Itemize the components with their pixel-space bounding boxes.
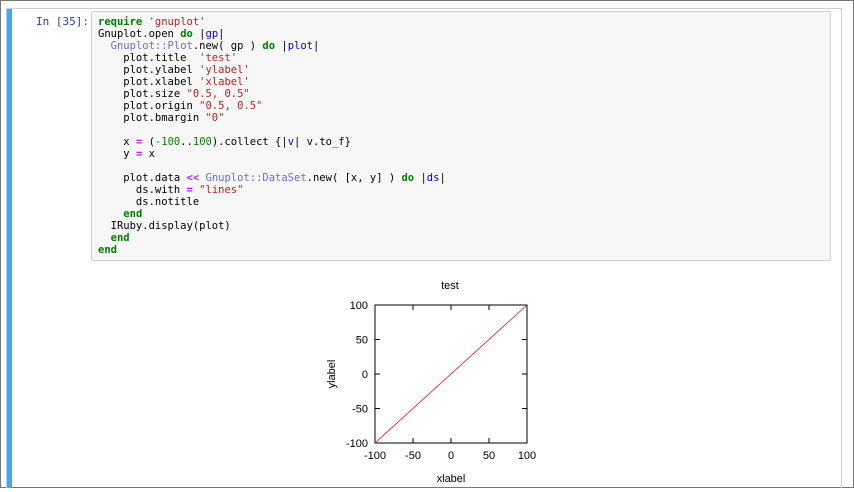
x-tick-label: 0 (448, 450, 454, 462)
series-line (374, 304, 528, 444)
code-token: ds (426, 172, 440, 184)
x-tick-label: 100 (518, 450, 536, 462)
code-token: 100 (192, 136, 212, 148)
code-token: | (414, 172, 427, 184)
code-line: require 'gnuplot' (98, 16, 206, 28)
code-token: do (401, 172, 415, 184)
y-tick-label: 0 (362, 369, 368, 381)
code-line: plot.xlabel 'xlabel' (98, 76, 250, 88)
code-token: IRuby.display(plot) (98, 220, 231, 232)
code-token: do (262, 40, 276, 52)
code-token: | (218, 28, 225, 40)
code-text[interactable]: require 'gnuplot' Gnuplot.open do |gp| G… (98, 16, 446, 256)
chart-title: test (441, 280, 459, 292)
code-line: plot.data << Gnuplot::DataSet.new( [x, y… (98, 172, 446, 184)
code-line: ds.notitle (98, 196, 199, 208)
code-line: Gnuplot.open do |gp| (98, 28, 225, 40)
code-token: | (313, 40, 320, 52)
code-token: -100 (154, 136, 181, 148)
code-line: plot.origin "0.5, 0.5" (98, 100, 262, 112)
y-tick-label: 50 (356, 335, 368, 347)
code-token: | (192, 28, 206, 40)
code-line: end (98, 208, 142, 220)
code-token: 'xlabel' (199, 76, 250, 88)
code-line: plot.ylabel 'ylabel' (98, 64, 250, 76)
code-token: "0" (205, 112, 225, 124)
code-line: y = x (98, 148, 155, 160)
x-tick-label: -50 (405, 450, 421, 462)
x-axis-label: xlabel (437, 473, 466, 485)
code-token: "lines" (199, 184, 244, 196)
code-token: gp (205, 28, 219, 40)
code-token: Gnuplot::DataSet (205, 172, 307, 184)
code-token: "0.5, 0.5" (199, 100, 263, 112)
code-token: end (110, 232, 130, 244)
code-token: y (98, 148, 136, 160)
code-token: plot.ylabel (98, 64, 200, 76)
code-token: .new( gp ) (192, 40, 263, 52)
code-token: 'test' (199, 52, 238, 64)
code-line: x = (-100..100).collect {|v| v.to_f} (98, 136, 351, 148)
line-chart: -100 -50 0 50 100 -100 -50 0 50 100 test xlabel ylab… (326, 280, 536, 485)
code-token: end (98, 244, 117, 256)
code-token: ( (142, 136, 155, 148)
code-token: .open (142, 28, 181, 40)
code-line: plot.bmargin "0" (98, 112, 224, 124)
cell-selection-bar (7, 9, 12, 488)
code-token: Gnuplot::Plot (110, 40, 193, 52)
y-tick-label: -50 (352, 404, 368, 416)
code-token: << (186, 172, 200, 184)
code-line: Gnuplot::Plot.new( gp ) do |plot| (98, 40, 320, 52)
y-axis-label: ylabel (326, 360, 338, 389)
code-token: 'gnuplot' (148, 16, 206, 28)
code-line: plot.size "0.5, 0.5" (98, 88, 250, 100)
code-line: end (98, 232, 130, 244)
code-token: Gnuplot (98, 28, 143, 40)
code-token: plot.title (98, 52, 200, 64)
code-token: plot.bmargin (98, 112, 206, 124)
x-tick-label: -100 (364, 450, 386, 462)
code-token: end (123, 208, 143, 220)
code-token: x (142, 148, 155, 160)
code-line: IRuby.display(plot) (98, 220, 231, 232)
code-token: plot.data (98, 172, 187, 184)
code-token: | (275, 40, 288, 52)
y-tick-label: -100 (346, 438, 368, 450)
code-token: | (439, 172, 446, 184)
code-line: end (98, 244, 117, 256)
code-token: "0.5, 0.5" (186, 88, 250, 100)
code-token: | v.to_f} (294, 136, 351, 148)
code-editor[interactable]: require 'gnuplot' Gnuplot.open do |gp| G… (91, 11, 831, 261)
code-token: x (98, 136, 136, 148)
plot-output: -100 -50 0 50 100 -100 -50 0 50 100 test xlabel ylab… (318, 270, 558, 488)
code-line: plot.title 'test' (98, 52, 237, 64)
code-token: .new( [x, y] ) (306, 172, 402, 184)
y-tick-label: 100 (350, 300, 368, 312)
code-token: require (98, 16, 143, 28)
code-token: ds.with (98, 184, 187, 196)
code-token: ).collect {| (211, 136, 288, 148)
x-tick-label: 50 (483, 450, 495, 462)
code-token: plot.xlabel (98, 76, 200, 88)
code-token: plot (287, 40, 313, 52)
code-token: plot.origin (98, 100, 200, 112)
input-prompt: In [35]: (36, 15, 89, 28)
code-token: .. (180, 136, 193, 148)
code-token: plot.size (98, 88, 187, 100)
code-line: ds.with = "lines" (98, 184, 244, 196)
code-token: do (180, 28, 193, 40)
code-token: ds.notitle (98, 196, 200, 208)
code-token: 'ylabel' (199, 64, 250, 76)
